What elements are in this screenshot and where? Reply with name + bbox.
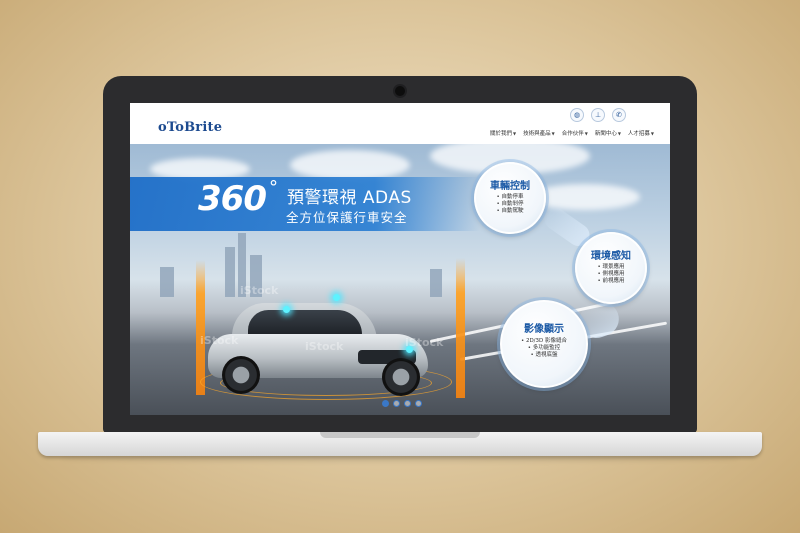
nav-item-partners[interactable]: 合作伙伴▼ xyxy=(562,129,588,137)
slider-dot[interactable] xyxy=(382,400,389,407)
globe-icon[interactable]: ◍ xyxy=(570,108,584,122)
car-window xyxy=(248,310,362,336)
hero-subtitle: 全方位保護行車安全 xyxy=(286,210,408,225)
cloud xyxy=(290,150,410,180)
skyline xyxy=(160,267,174,297)
feature-item: • 多功能監控 xyxy=(527,345,561,351)
feature-title: 影像顯示 xyxy=(524,324,564,335)
laptop-shadow xyxy=(60,456,740,462)
watermark: iStock xyxy=(200,334,239,347)
feature-list: • 環景應用 • 側視應用 • 前視應用 xyxy=(577,264,645,285)
watermark: iStock xyxy=(405,336,444,349)
feature-item: • 環景應用 xyxy=(597,264,625,270)
slider-dot[interactable] xyxy=(415,400,422,407)
sensor-light xyxy=(283,306,290,313)
chevron-down-icon: ▼ xyxy=(551,131,555,136)
skyline xyxy=(225,247,235,297)
feature-environment-sensing[interactable]: 環境感知 • 環景應用 • 側視應用 • 前視應用 xyxy=(575,232,647,304)
watermark: iStock xyxy=(240,284,279,297)
chevron-down-icon: ▼ xyxy=(617,131,621,136)
car-wheel xyxy=(382,358,420,396)
slider-pagination xyxy=(382,400,422,407)
cloud xyxy=(530,184,640,210)
feature-item: • 透視底盤 xyxy=(530,352,558,358)
feature-item: • 自動駕駛 xyxy=(496,208,524,214)
hero-degree: ° xyxy=(269,177,278,198)
feature-list: • 自動停車 • 自動剎停 • 自動駕駛 xyxy=(476,194,544,215)
slider-dot[interactable] xyxy=(404,400,411,407)
sensor-zone-right xyxy=(456,258,465,398)
feature-title: 車輛控制 xyxy=(490,181,530,192)
car-wheel xyxy=(222,356,260,394)
feature-item: • 前視應用 xyxy=(597,278,625,284)
feature-vehicle-control[interactable]: 車輛控制 • 自動停車 • 自動剎停 • 自動駕駛 xyxy=(474,162,546,234)
sensor-zone-left xyxy=(196,260,205,395)
feature-item: • 自動剎停 xyxy=(496,201,524,207)
laptop-notch xyxy=(320,432,480,438)
hero-slider: 360 ° 預警環視 ADAS 全方位保護行車安全 iStock iStock … xyxy=(130,144,670,415)
sensor-light xyxy=(333,294,340,301)
chevron-down-icon: ▼ xyxy=(650,131,654,136)
nav-item-news[interactable]: 新聞中心▼ xyxy=(595,129,621,137)
phone-icon[interactable]: ✆ xyxy=(612,108,626,122)
site-header: oToBrite ◍ ⊥ ✆ 關於我們▼ 技術與產品▼ 合作伙伴▼ 新聞中心▼ … xyxy=(130,103,670,144)
nav-item-about[interactable]: 關於我們▼ xyxy=(490,129,516,137)
brand-logo[interactable]: oToBrite xyxy=(158,120,222,135)
hero-number: 360 xyxy=(198,179,267,219)
screen: oToBrite ◍ ⊥ ✆ 關於我們▼ 技術與產品▼ 合作伙伴▼ 新聞中心▼ … xyxy=(130,103,670,415)
watermark: iStock xyxy=(305,340,344,353)
chevron-down-icon: ▼ xyxy=(513,131,517,136)
skyline xyxy=(430,269,442,297)
chevron-down-icon: ▼ xyxy=(584,131,588,136)
nav-item-careers[interactable]: 人才招募▼ xyxy=(628,129,654,137)
nav-item-tech-products[interactable]: 技術與產品▼ xyxy=(523,129,555,137)
webcam xyxy=(395,86,405,96)
hero-title: 預警環視 ADAS xyxy=(287,188,412,208)
feature-image-display[interactable]: 影像顯示 • 2D/3D 影像縫合 • 多功能監控 • 透視底盤 xyxy=(500,300,588,388)
feature-item: • 2D/3D 影像縫合 xyxy=(520,338,568,344)
sitemap-icon[interactable]: ⊥ xyxy=(591,108,605,122)
hero-banner: 360 ° 預警環視 ADAS 全方位保護行車安全 xyxy=(130,177,480,231)
slider-dot[interactable] xyxy=(393,400,400,407)
feature-item: • 自動停車 xyxy=(496,194,524,200)
feature-title: 環境感知 xyxy=(591,251,631,262)
main-nav: 關於我們▼ 技術與產品▼ 合作伙伴▼ 新聞中心▼ 人才招募▼ xyxy=(490,129,654,137)
feature-item: • 側視應用 xyxy=(597,271,625,277)
top-icon-bar: ◍ ⊥ ✆ xyxy=(570,108,626,122)
feature-list: • 2D/3D 影像縫合 • 多功能監控 • 透視底盤 xyxy=(502,338,586,359)
